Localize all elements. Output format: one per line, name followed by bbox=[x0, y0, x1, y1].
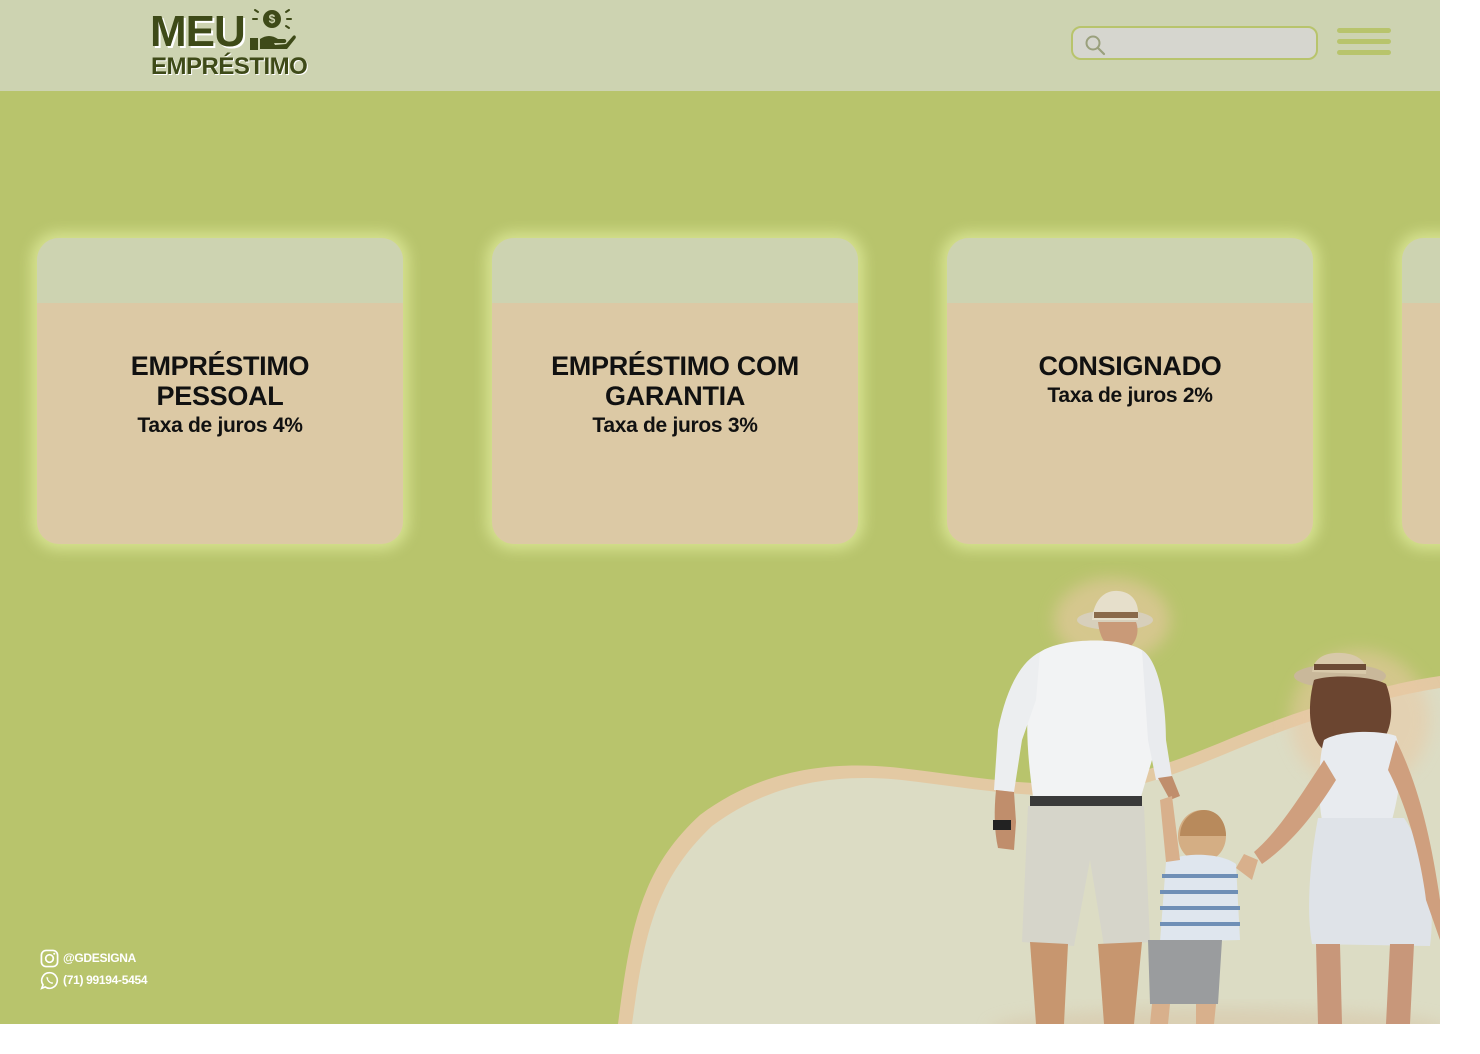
contacts: @GDESIGNA (71) 99194-5454 bbox=[40, 947, 148, 991]
instagram-icon bbox=[40, 949, 59, 967]
family-walking-photo bbox=[618, 578, 1440, 1024]
page: MEU $ EMPRÉSTIMO EMPRÉSTIMO PESSOAL Taxa… bbox=[0, 0, 1440, 1024]
whatsapp-icon bbox=[40, 971, 59, 990]
whatsapp-phone: (71) 99194-5454 bbox=[63, 973, 148, 987]
instagram-contact[interactable]: @GDESIGNA bbox=[40, 947, 147, 969]
instagram-handle: @GDESIGNA bbox=[63, 951, 137, 965]
whatsapp-contact[interactable]: (71) 99194-5454 bbox=[40, 969, 148, 991]
